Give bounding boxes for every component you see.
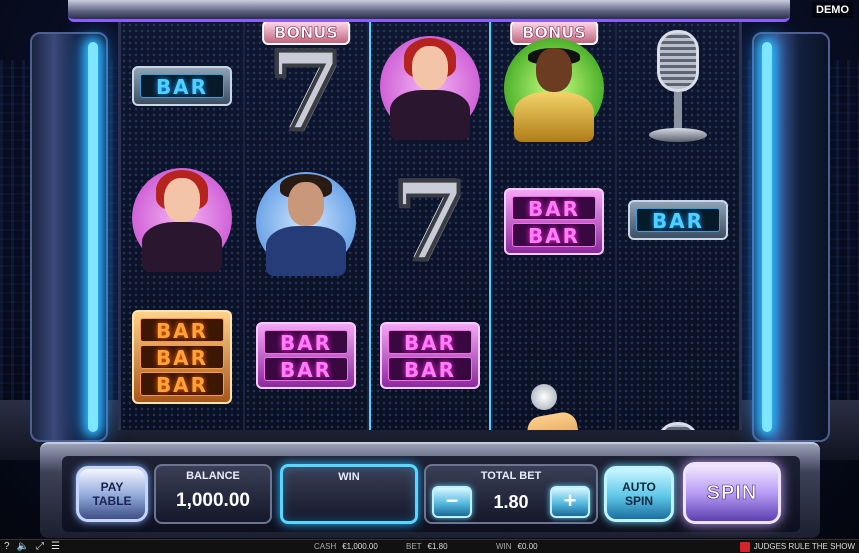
paytable-button[interactable]: PAY TABLE <box>76 466 148 522</box>
seven-symbol: 7 <box>266 29 345 155</box>
bar-text: BAR <box>512 223 596 248</box>
paytable-label: PAY TABLE <box>92 480 132 508</box>
bar-symbol-triple-orange: BAR BAR BAR <box>132 310 232 404</box>
bar-text: BAR <box>140 345 224 370</box>
bar-text: BAR <box>140 318 224 343</box>
redhead-judge-symbol <box>380 36 480 140</box>
mic-head <box>531 384 557 410</box>
game-title: JUDGES RULE THE SHOW <box>753 542 855 551</box>
redhead-judge-symbol <box>132 168 232 272</box>
reel-3: 7 BAR BAR <box>369 22 493 430</box>
left-pillar <box>30 32 108 442</box>
body <box>390 90 470 140</box>
bar-symbol-double-pink: BAR BAR <box>256 322 356 389</box>
bet-readout: BET €1.80 <box>406 540 448 553</box>
mic-base <box>649 128 707 142</box>
cash-value: €1,000.00 <box>342 542 378 551</box>
neon-strip <box>762 42 772 432</box>
balance-label: BALANCE <box>186 470 240 482</box>
bar-symbol-single-blue: BAR <box>628 200 728 240</box>
win-readout: WIN €0.00 <box>496 540 538 553</box>
decrease-bet-button[interactable]: − <box>432 486 472 518</box>
body <box>514 92 594 142</box>
win-panel: WIN <box>280 464 418 524</box>
golden-fist <box>525 410 587 430</box>
bar-text: BAR <box>264 330 348 355</box>
bar-text: BAR <box>636 208 720 233</box>
microphone-symbol <box>643 422 713 430</box>
demo-badge: DEMO <box>812 2 853 18</box>
reel-frame-top <box>68 0 790 22</box>
balance-value: 1,000.00 <box>176 490 250 511</box>
autospin-button[interactable]: AUTO SPIN <box>604 466 674 522</box>
seven-symbol: 7 <box>390 159 469 285</box>
bar-symbol-double-pink: BAR BAR <box>504 188 604 255</box>
bet-label: BET <box>406 542 422 551</box>
bar-text: BAR <box>140 74 224 99</box>
cash-readout: CASH €1,000.00 <box>314 540 378 553</box>
right-pillar <box>752 32 830 442</box>
balance-panel: BALANCE 1,000.00 <box>154 464 272 524</box>
body <box>266 226 346 276</box>
bar-text: BAR <box>140 372 224 397</box>
cash-label: CASH <box>314 542 337 551</box>
reel-1: BAR BAR BAR BAR <box>121 22 245 430</box>
help-icon[interactable]: ? <box>4 540 10 553</box>
bearded-judge-symbol <box>256 172 356 276</box>
reel-5: BAR <box>617 22 739 430</box>
win-status-value: €0.00 <box>517 542 538 551</box>
menu-icon[interactable]: ☰ <box>51 540 60 553</box>
bar-text: BAR <box>512 196 596 221</box>
reel-2: BONUS 7 BAR BAR <box>245 22 369 430</box>
gold-judge-symbol <box>504 38 604 142</box>
face <box>536 48 572 92</box>
game-brand: JUDGES RULE THE SHOW <box>739 540 855 553</box>
autospin-label: AUTO SPIN <box>622 480 656 508</box>
sound-icon[interactable]: 🔈 <box>17 540 29 553</box>
bar-symbol-double-pink: BAR BAR <box>380 322 480 389</box>
bar-text: BAR <box>388 357 472 382</box>
status-bar: ? 🔈 ⤢ ☰ CASH €1,000.00 BET €1.80 WIN €0.00 … <box>0 539 859 553</box>
bar-symbol-single-blue: BAR <box>132 66 232 106</box>
bar-text: BAR <box>388 330 472 355</box>
body <box>142 222 222 272</box>
win-label: WIN <box>338 471 360 483</box>
provider-logo-icon <box>739 541 750 552</box>
mic-grille <box>657 422 699 430</box>
neon-strip <box>88 42 98 432</box>
spin-button[interactable]: SPIN <box>683 462 781 524</box>
status-icons: ? 🔈 ⤢ ☰ <box>4 540 60 553</box>
reel-window: BAR BAR BAR BAR BONUS 7 BAR BAR 7 BAR BA… <box>118 22 742 430</box>
win-status-label: WIN <box>496 542 512 551</box>
reel-4: BONUS BAR BAR BONUS <box>493 22 617 430</box>
golden-mic-bonus-symbol: BONUS <box>509 384 599 430</box>
bar-text: BAR <box>264 357 348 382</box>
increase-bet-button[interactable]: + <box>550 486 590 518</box>
face <box>288 182 324 226</box>
face <box>164 178 200 222</box>
microphone-symbol <box>643 30 713 150</box>
mic-grille <box>657 30 699 92</box>
face <box>412 46 448 90</box>
mic-stand <box>674 92 682 130</box>
total-bet-label: TOTAL BET <box>480 470 542 482</box>
bet-value: €1.80 <box>427 542 448 551</box>
fullscreen-icon[interactable]: ⤢ <box>36 540 44 553</box>
